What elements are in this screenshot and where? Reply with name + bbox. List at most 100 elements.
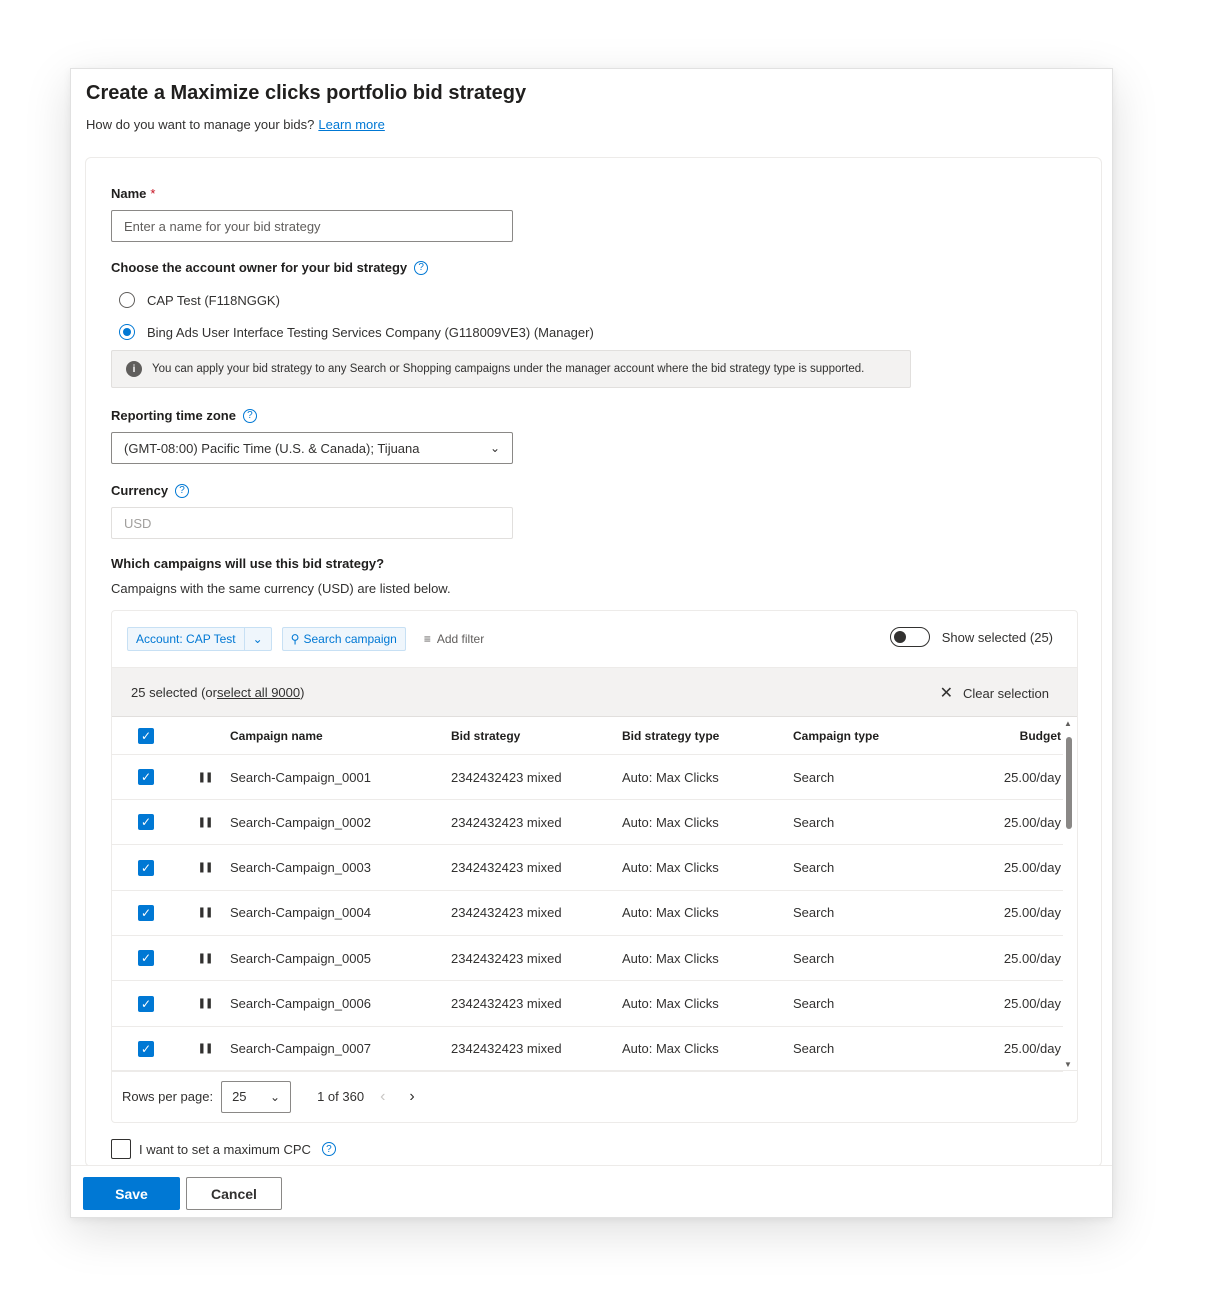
bid-strategy-type-cell: Auto: Max Clicks [622,769,719,785]
name-field[interactable] [111,210,513,242]
campaign-type-cell: Search [793,996,835,1011]
radio-unselected[interactable] [119,292,135,308]
bid-strategy-cell: 2342432423 mixed [451,1041,562,1057]
help-icon[interactable]: ? [175,483,190,498]
row-checkbox[interactable]: ✓ [138,769,154,785]
show-selected-control[interactable]: Show selected (25) [889,627,1053,647]
bid-strategy-cell: 2342432423 mixed [451,996,562,1011]
search-campaign-box[interactable]: ⚲ Search campaign [281,627,406,651]
column-header-bid-strategy-type[interactable]: Bid strategy type [622,729,793,743]
paused-status-icon: ❚❚ [197,771,214,783]
campaign-grid: Account: CAP Test ⌄ ⚲ Search campaign ≡ … [111,610,1078,1123]
campaign-type-cell: Search [793,905,835,921]
column-header-campaign-type[interactable]: Campaign type [793,729,964,743]
campaign-name-cell: Search-Campaign_0003 [230,860,371,876]
column-header-bid-strategy[interactable]: Bid strategy [451,729,622,743]
save-button[interactable]: Save [83,1177,180,1210]
max-cpc-option[interactable]: I want to set a maximum CPC ? [111,1139,336,1159]
rows-per-page-dropdown[interactable]: 25 ⌄ [221,1080,292,1113]
row-checkbox[interactable]: ✓ [138,859,154,876]
table-row[interactable]: ✓ ❚❚ Search-Campaign_0005 2342432423 mixed A… [112,936,1063,982]
selection-count: 25 selected (or [131,684,217,700]
rows-per-page-value: 25 [232,1089,247,1104]
row-checkbox[interactable]: ✓ [138,904,154,921]
account-filter-pill[interactable]: Account: CAP Test ⌄ [127,627,272,651]
paused-status-icon: ❚❚ [197,1043,214,1055]
name-label-text: Name [111,186,147,201]
scroll-up-icon[interactable]: ▲ [1064,719,1072,728]
scroll-thumb[interactable] [1066,737,1072,829]
currency-label: Currency ? [111,483,190,498]
budget-cell: 25.00/day [1003,996,1061,1011]
bid-strategy-type-cell: Auto: Max Clicks [622,1041,719,1057]
selection-suffix: ) [300,684,305,700]
status-cell: ❚❚ [180,953,230,964]
filter-icon: ≡ [423,632,431,646]
row-checkbox-cell: ✓ [112,904,180,921]
max-cpc-checkbox[interactable] [111,1139,131,1159]
chevron-down-icon[interactable]: ⌄ [243,628,271,650]
table-row[interactable]: ✓ ❚❚ Search-Campaign_0006 2342432423 mixed A… [112,982,1063,1027]
campaigns-note: Campaigns with the same currency (USD) a… [111,581,451,596]
row-checkbox-cell: ✓ [112,859,180,876]
owner-info-bar: i You can apply your bid strategy to any… [111,350,911,388]
required-asterisk: * [150,186,156,201]
row-checkbox[interactable]: ✓ [138,950,154,967]
table-row[interactable]: ✓ ❚❚ Search-Campaign_0003 2342432423 mixed A… [112,846,1063,891]
row-checkbox[interactable]: ✓ [138,814,154,831]
row-checkbox[interactable]: ✓ [138,995,154,1012]
timezone-label: Reporting time zone ? [111,408,257,423]
info-icon: i [126,361,142,377]
grid-scrollbar[interactable]: ▲ ▼ [1063,719,1075,1069]
status-cell: ❚❚ [180,1043,230,1054]
campaign-name-cell: Search-Campaign_0006 [230,996,371,1011]
table-row[interactable]: ✓ ❚❚ Search-Campaign_0004 2342432423 mixed A… [112,891,1063,936]
campaign-type-cell: Search [793,814,835,830]
owner-option-bing-ads[interactable]: Bing Ads User Interface Testing Services… [119,324,594,340]
column-header-campaign-name[interactable]: Campaign name [230,729,451,743]
status-cell: ❚❚ [180,862,230,873]
chevron-down-icon: ⌄ [489,441,500,455]
table-row[interactable]: ✓ ❚❚ Search-Campaign_0002 2342432423 mixed A… [112,800,1063,846]
max-cpc-label: I want to set a maximum CPC [139,1141,311,1157]
name-input[interactable] [124,218,500,234]
help-icon[interactable]: ? [321,1142,336,1156]
budget-cell: 25.00/day [1003,769,1061,785]
previous-page-icon[interactable]: ‹ [380,1088,385,1106]
column-header-budget[interactable]: Budget [964,729,1063,743]
clear-selection-button[interactable]: ✕ Clear selection [940,683,1049,703]
account-filter-label[interactable]: Account: CAP Test [128,628,244,650]
currency-label-text: Currency [111,483,169,498]
next-page-icon[interactable]: › [409,1088,414,1106]
learn-more-link[interactable]: Learn more [318,117,384,132]
scroll-down-icon[interactable]: ▼ [1064,1060,1072,1069]
header-checkbox-cell: ✓ [112,727,180,744]
paused-status-icon: ❚❚ [197,998,214,1009]
select-all-checkbox[interactable]: ✓ [138,727,154,744]
bid-strategy-dialog: Create a Maximize clicks portfolio bid s… [70,68,1113,1218]
show-selected-toggle[interactable] [889,627,930,647]
row-checkbox[interactable]: ✓ [138,1040,154,1057]
select-all-link[interactable]: select all 9000 [217,685,300,700]
table-row[interactable]: ✓ ❚❚ Search-Campaign_0001 2342432423 mixed A… [112,755,1063,800]
help-icon[interactable]: ? [414,260,429,275]
budget-cell: 25.00/day [1003,950,1061,966]
currency-field: USD [111,507,513,539]
dialog-subtitle: How do you want to manage your bids? Lear… [86,117,385,132]
pagination: Rows per page: 25 ⌄ 1 of 360 ‹ › [112,1070,1077,1122]
cancel-button[interactable]: Cancel [186,1177,282,1210]
table-row[interactable]: ✓ ❚❚ Search-Campaign_0007 2342432423 mixed A… [112,1027,1063,1072]
bid-strategy-cell: 2342432423 mixed [451,814,562,830]
paused-status-icon: ❚❚ [197,952,214,964]
owner-option-cap-test[interactable]: CAP Test (F118NGGK) [119,292,280,308]
timezone-dropdown[interactable]: (GMT-08:00) Pacific Time (U.S. & Canada)… [111,432,513,464]
row-checkbox-cell: ✓ [112,950,180,967]
row-checkbox-cell: ✓ [112,814,180,831]
timezone-label-text: Reporting time zone [111,408,236,423]
bid-strategy-type-cell: Auto: Max Clicks [622,996,719,1011]
paused-status-icon: ❚❚ [197,907,214,919]
add-filter-button[interactable]: ≡ Add filter [424,632,484,646]
help-icon[interactable]: ? [242,408,257,423]
clear-selection-label: Clear selection [963,685,1049,701]
radio-selected[interactable] [119,324,135,340]
